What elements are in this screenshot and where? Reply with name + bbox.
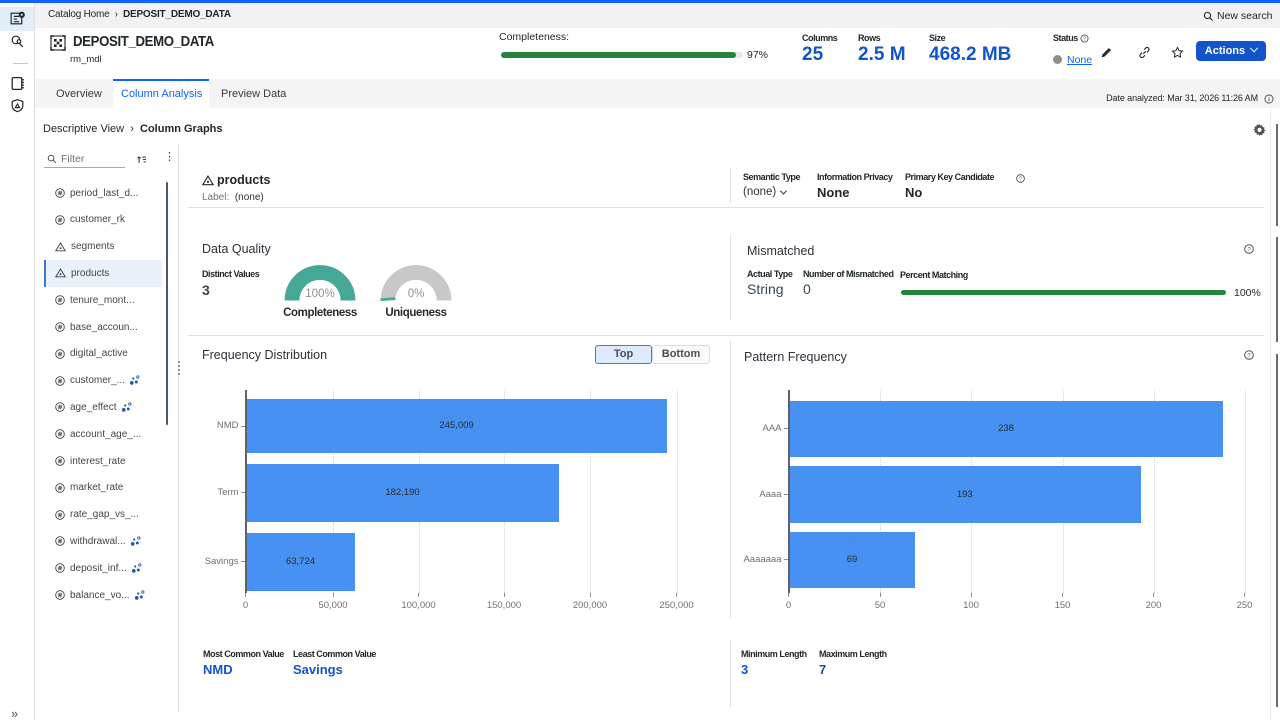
svg-text:?: ?	[1247, 352, 1251, 359]
svg-text:?: ?	[1019, 177, 1022, 183]
svg-text:?: ?	[1083, 37, 1086, 43]
svg-text:?: ?	[1247, 246, 1251, 253]
